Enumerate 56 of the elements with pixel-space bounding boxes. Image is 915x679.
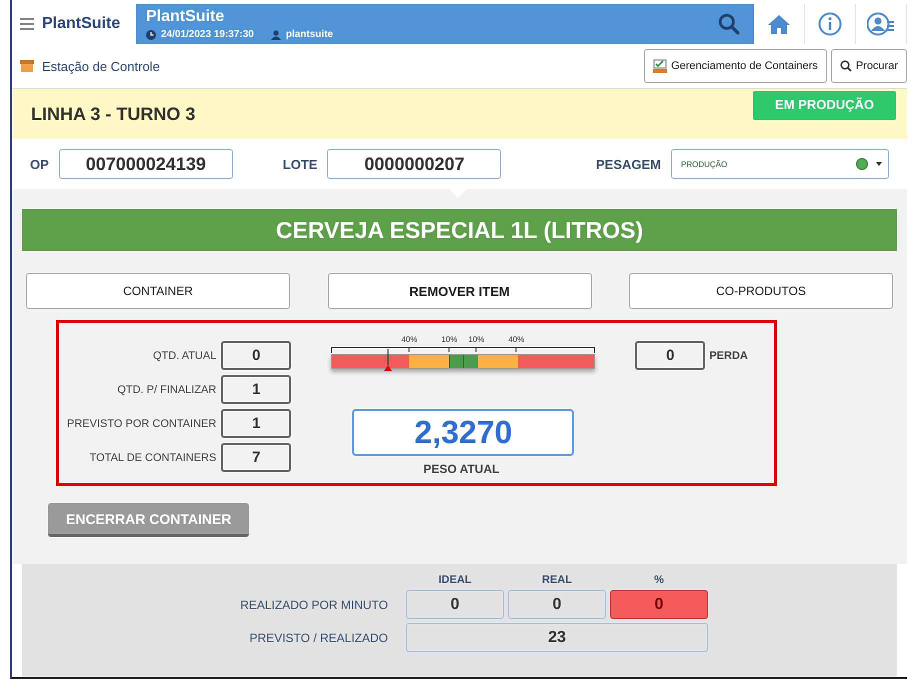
field-label: LOTE (282, 156, 318, 172)
field-label: PESAGEM (596, 156, 661, 172)
box-icon (20, 60, 34, 72)
row-label: PREVISTO / REALIZADO (248, 630, 389, 644)
input-field[interactable]: 0000000207 (327, 149, 502, 179)
tick-label: 10% (441, 335, 458, 344)
counter-label: QTD. P/ FINALIZAR (116, 384, 216, 396)
column-header: % (653, 574, 665, 586)
table-cell: 0 (508, 590, 606, 619)
page-title: Estação de Controle (42, 58, 160, 74)
tick-label: 10% (468, 335, 484, 344)
counter-label: TOTAL DE CONTAINERS (88, 452, 216, 464)
action-button[interactable]: CONTAINER (26, 273, 290, 309)
home-icon[interactable] (768, 14, 790, 34)
row-label: REALIZADO POR MINUTO (239, 598, 389, 612)
counter-value: 1 (221, 409, 292, 438)
user-name: plantsuite (286, 29, 334, 40)
search-button[interactable]: Procurar (830, 49, 907, 83)
user-icon (270, 30, 281, 40)
loss-value: 0 (635, 341, 706, 370)
user-menu-icon[interactable] (867, 12, 895, 36)
counter-label: PREVISTO POR CONTAINER (67, 418, 216, 430)
column-header: REAL (541, 574, 573, 586)
weight-label: PESO ATUAL (423, 462, 500, 476)
product-banner: CERVEJA ESPECIAL 1L (LITROS) (22, 209, 897, 251)
weight-display: 2,3270 (352, 409, 574, 456)
caret-icon (876, 162, 882, 166)
column-header: IDEAL (438, 574, 472, 586)
counter-value: 1 (221, 375, 292, 404)
action-button[interactable]: REMOVER ITEM (328, 273, 592, 309)
field-label: OP (30, 156, 49, 172)
date-time: 24/01/2023 19:37:30 (161, 29, 254, 40)
search-icon[interactable] (718, 13, 740, 35)
checklist-icon (653, 59, 668, 73)
tick-label: 40% (401, 335, 418, 344)
input-field[interactable]: 007000024139 (58, 149, 233, 179)
counter-value: 7 (221, 443, 292, 472)
info-icon[interactable] (818, 12, 842, 36)
counter-value: 0 (221, 341, 292, 370)
search-icon (840, 60, 852, 72)
containers-button[interactable]: Gerenciamento de Containers (644, 49, 827, 83)
status-badge: EM PRODUÇÃO (753, 91, 896, 120)
clock-icon (146, 30, 156, 40)
table-cell: 0 (406, 590, 504, 619)
counter-label: QTD. ATUAL (152, 350, 216, 362)
line-title: LINHA 3 - TURNO 3 (31, 104, 196, 124)
menu-icon[interactable] (20, 18, 34, 30)
brand-logo: PlantSuite (42, 15, 120, 33)
status-dot-icon (856, 158, 868, 170)
total-field: 23 (406, 623, 708, 652)
weighing-dropdown[interactable]: PRODUÇÃO (671, 149, 889, 179)
table-cell: 0 (610, 590, 708, 619)
app-title: PlantSuite (146, 8, 226, 26)
action-button[interactable]: CO-PRODUTOS (629, 273, 893, 309)
loss-label: PERDA (709, 350, 748, 362)
tick-label: 40% (508, 335, 524, 344)
